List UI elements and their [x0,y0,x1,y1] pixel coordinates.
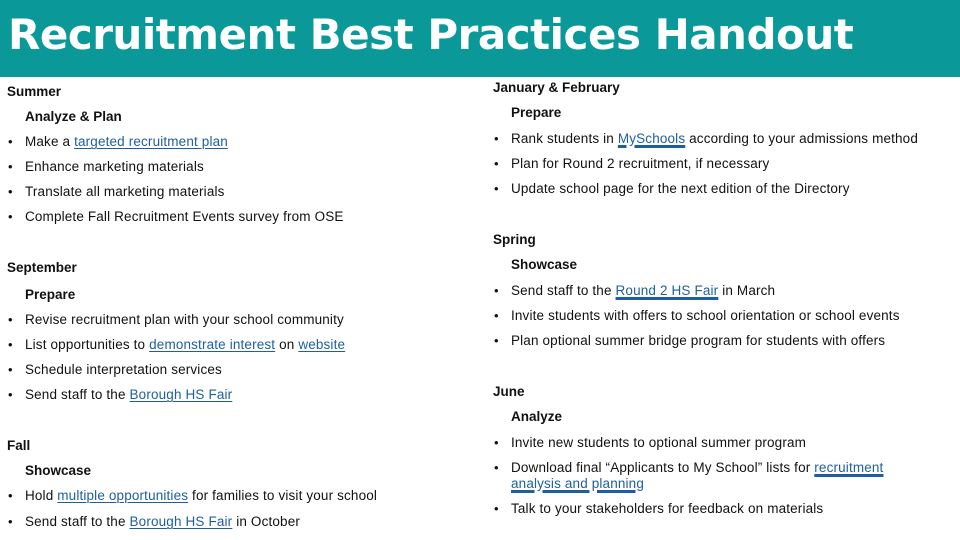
bullet-icon: • [494,501,499,516]
list-item-text: Complete Fall Recruitment Events survey … [25,209,344,224]
link-borough-hs-fair[interactable]: Borough HS Fair [130,387,233,402]
bullet-icon: • [494,333,499,348]
section-heading-fall: Fall [7,438,31,453]
bullet-icon: • [8,362,13,377]
text-segment: Make a [25,134,75,149]
list-item-text: Talk to your stakeholders for feedback o… [511,501,824,516]
link-round-2-hs-fair[interactable]: Round 2 HS Fair [616,283,719,298]
section-heading-summer: Summer [7,84,62,99]
list-item-text: Send staff to the Borough HS Fair in Oct… [25,514,300,530]
text-segment: in March [718,283,776,298]
list-item-text: Send staff to the Round 2 HS Fair in Mar… [511,283,775,299]
list-item-text: Translate all marketing materials [25,184,225,199]
bullet-icon: • [494,308,499,323]
title-banner: Recruitment Best Practices Handout [0,0,960,77]
bullet-icon: • [8,134,13,149]
section-heading-june: June [493,384,525,399]
list-item-text: Invite new students to optional summer p… [511,435,807,450]
section-heading-spring: Spring [493,232,536,247]
bullet-icon: • [8,488,13,503]
list-item-text: Send staff to the Borough HS Fair [25,387,232,403]
link-myschools[interactable]: MySchools [618,131,685,146]
text-segment: according to your admissions method [685,131,918,146]
text-segment: Send staff to the [25,514,130,529]
list-item-text: List opportunities to demonstrate intere… [25,337,345,353]
text-segment: for families to visit your school [188,488,378,503]
link-targeted-recruitment-plan[interactable]: targeted recruitment plan [74,134,228,149]
phase-label-prepare: Prepare [25,287,76,302]
section-heading-september: September [7,260,77,275]
link-demonstrate-interest[interactable]: demonstrate interest [149,337,275,352]
bullet-icon: • [8,337,13,352]
section-heading-january-february: January & February [493,80,620,95]
phase-label-showcase: Showcase [25,463,92,478]
text-segment: on [275,337,299,352]
text-segment: List opportunities to [25,337,150,352]
list-item-text: Make a targeted recruitment plan [25,134,228,150]
list-item-text: Enhance marketing materials [25,159,204,174]
list-item-text: Invite students with offers to school or… [511,308,900,323]
list-item-text: Revise recruitment plan with your school… [25,312,344,327]
text-segment: Rank students in [511,131,618,146]
bullet-icon: • [494,181,499,196]
text-segment: Send staff to the [25,387,130,402]
bullet-icon: • [494,435,499,450]
list-item-text: Rank students in MySchools according to … [511,131,918,147]
phase-label-prepare: Prepare [511,105,562,120]
list-item-text: Update school page for the next edition … [511,181,850,196]
phase-label-showcase: Showcase [511,257,578,272]
bullet-icon: • [494,460,499,475]
text-segment: in October [232,514,301,529]
link-multiple-opportunities[interactable]: multiple opportunities [57,488,188,503]
text-segment: Send staff to the [511,283,616,298]
bullet-icon: • [8,514,13,529]
bullet-icon: • [494,131,499,146]
list-item-text: Plan for Round 2 recruitment, if necessa… [511,156,770,171]
bullet-icon: • [8,312,13,327]
link-website[interactable]: website [298,337,345,352]
link-borough-hs-fair[interactable]: Borough HS Fair [130,514,233,529]
bullet-icon: • [494,283,499,298]
text-segment: Hold [25,488,58,503]
bullet-icon: • [8,387,13,402]
bullet-icon: • [494,156,499,171]
list-item-text: Download final “Applicants to My School”… [511,460,926,492]
phase-label-analyze: Analyze [511,409,563,424]
page-title: Recruitment Best Practices Handout [8,10,854,59]
phase-label-analyze-plan: Analyze & Plan [25,109,122,124]
bullet-icon: • [8,184,13,199]
bullet-icon: • [8,159,13,174]
list-item-text: Hold multiple opportunities for families… [25,488,377,504]
list-item-text: Plan optional summer bridge program for … [511,333,886,348]
text-segment: Download final “Applicants to My School”… [511,460,815,475]
list-item-text: Schedule interpretation services [25,362,222,377]
bullet-icon: • [8,209,13,224]
